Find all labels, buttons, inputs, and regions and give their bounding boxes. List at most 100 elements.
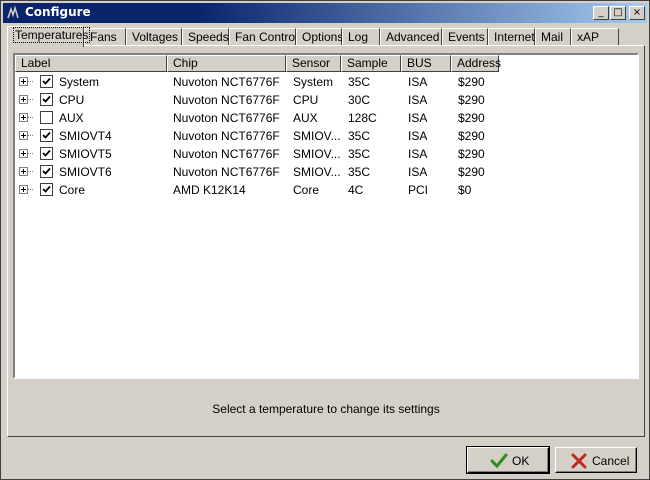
tab-log[interactable]: Log xyxy=(342,28,380,46)
checkmark-icon xyxy=(42,167,51,175)
checkmark-icon xyxy=(42,149,51,157)
tree-line xyxy=(28,117,33,118)
cell-address: $290 xyxy=(458,147,485,161)
cell-address: $290 xyxy=(458,129,485,143)
column-header-label[interactable]: Label xyxy=(15,55,167,72)
check-icon xyxy=(490,453,508,469)
title-bar[interactable]: Configure _ □ × xyxy=(3,3,647,23)
cancel-label: Cancel xyxy=(592,454,630,468)
status-text: Select a temperature to change its setti… xyxy=(212,402,440,416)
tab-fan-control[interactable]: Fan Control xyxy=(229,28,298,46)
cell-label: Core xyxy=(59,183,86,197)
cell-label: AUX xyxy=(59,111,84,125)
cell-bus: ISA xyxy=(408,75,428,89)
cell-address: $290 xyxy=(458,165,485,179)
row-checkbox[interactable] xyxy=(40,183,53,196)
expand-icon[interactable] xyxy=(19,131,28,140)
table-row[interactable]: SMIOVT5 Nuvoton NCT6776F SMIOV... 35C ISA $29… xyxy=(15,145,637,163)
cell-bus: ISA xyxy=(408,111,428,125)
ok-button[interactable]: OK xyxy=(467,447,549,473)
cancel-button[interactable]: Cancel xyxy=(555,447,637,473)
expand-icon[interactable] xyxy=(19,167,28,176)
close-button[interactable]: × xyxy=(629,6,645,20)
app-icon xyxy=(6,6,20,20)
list-header: Label Chip Sensor Sample BUS Address xyxy=(15,55,637,72)
table-row[interactable]: SMIOVT4 Nuvoton NCT6776F SMIOV... 35C ISA $29… xyxy=(15,127,637,145)
cell-chip: AMD K12K14 xyxy=(173,183,246,197)
table-row[interactable]: SMIOVT6 Nuvoton NCT6776F SMIOV... 35C ISA $29… xyxy=(15,163,637,181)
x-icon xyxy=(571,453,587,469)
cell-sensor: SMIOV... xyxy=(293,165,341,179)
row-checkbox[interactable] xyxy=(40,147,53,160)
cell-bus: ISA xyxy=(408,165,428,179)
tab-strip: Temperatures Fans Voltages Speeds Fan Co… xyxy=(7,26,647,47)
tab-xap[interactable]: xAP xyxy=(571,28,619,46)
column-header-bus[interactable]: BUS xyxy=(401,55,451,72)
row-checkbox[interactable] xyxy=(40,165,53,178)
cell-sample: 128C xyxy=(348,111,377,125)
table-row[interactable]: System Nuvoton NCT6776F System 35C ISA $290 xyxy=(15,73,637,91)
tab-events[interactable]: Events xyxy=(442,28,488,46)
cell-address: $290 xyxy=(458,93,485,107)
cell-sample: 35C xyxy=(348,147,371,161)
cell-sensor: CPU xyxy=(293,93,319,107)
ok-label: OK xyxy=(512,454,530,468)
expand-icon[interactable] xyxy=(19,149,28,158)
cell-chip: Nuvoton NCT6776F xyxy=(173,129,280,143)
minimize-button[interactable]: _ xyxy=(593,6,609,20)
checkmark-icon xyxy=(42,95,51,103)
cell-address: $0 xyxy=(458,183,472,197)
cell-chip: Nuvoton NCT6776F xyxy=(173,147,280,161)
tree-line xyxy=(28,99,33,100)
tab-speeds[interactable]: Speeds xyxy=(182,28,229,46)
cell-sensor: Core xyxy=(293,183,320,197)
row-checkbox[interactable] xyxy=(40,129,53,142)
cell-chip: Nuvoton NCT6776F xyxy=(173,75,280,89)
temperature-list[interactable]: Label Chip Sensor Sample BUS Address Sys… xyxy=(13,53,639,379)
maximize-button[interactable]: □ xyxy=(610,6,626,20)
checkmark-icon xyxy=(42,131,51,139)
window-title: Configure xyxy=(25,5,91,19)
row-checkbox[interactable] xyxy=(40,93,53,106)
tab-temperatures[interactable]: Temperatures xyxy=(7,26,91,47)
tab-fans[interactable]: Fans xyxy=(84,28,126,46)
cell-sensor: SMIOV... xyxy=(293,147,341,161)
cell-sample: 4C xyxy=(348,183,364,197)
table-row[interactable]: Core AMD K12K14 Core 4C PCI $0 xyxy=(15,181,637,199)
cell-chip: Nuvoton NCT6776F xyxy=(173,165,280,179)
tree-line xyxy=(28,171,33,172)
cell-label: SMIOVT6 xyxy=(59,165,112,179)
cell-sample: 30C xyxy=(348,93,371,107)
cell-address: $290 xyxy=(458,75,485,89)
cell-sample: 35C xyxy=(348,165,371,179)
cell-sensor: AUX xyxy=(293,111,318,125)
tab-voltages[interactable]: Voltages xyxy=(126,28,182,46)
cell-sample: 35C xyxy=(348,129,371,143)
cell-chip: Nuvoton NCT6776F xyxy=(173,111,280,125)
cell-label: SMIOVT4 xyxy=(59,129,112,143)
expand-icon[interactable] xyxy=(19,77,28,86)
cell-label: System xyxy=(59,75,100,89)
row-checkbox[interactable] xyxy=(40,111,53,124)
tab-advanced[interactable]: Advanced xyxy=(380,28,442,46)
tab-internet[interactable]: Internet xyxy=(488,28,535,46)
cell-sample: 35C xyxy=(348,75,371,89)
tab-options[interactable]: Options xyxy=(296,28,343,46)
cell-address: $290 xyxy=(458,111,485,125)
expand-icon[interactable] xyxy=(19,113,28,122)
expand-icon[interactable] xyxy=(19,185,28,194)
configure-window: Configure _ □ × Temperatures Fans Voltag… xyxy=(0,0,650,480)
cell-label: CPU xyxy=(59,93,85,107)
expand-icon[interactable] xyxy=(19,95,28,104)
table-row[interactable]: CPU Nuvoton NCT6776F CPU 30C ISA $290 xyxy=(15,91,637,109)
column-header-sample[interactable]: Sample xyxy=(341,55,401,72)
cell-sensor: SMIOV... xyxy=(293,129,341,143)
column-header-sensor[interactable]: Sensor xyxy=(286,55,341,72)
tree-line xyxy=(28,189,33,190)
table-row[interactable]: AUX Nuvoton NCT6776F AUX 128C ISA $290 xyxy=(15,109,637,127)
column-header-chip[interactable]: Chip xyxy=(167,55,286,72)
tab-mail[interactable]: Mail xyxy=(535,28,571,46)
cell-label: SMIOVT5 xyxy=(59,147,112,161)
row-checkbox[interactable] xyxy=(40,75,53,88)
column-header-address[interactable]: Address xyxy=(451,55,501,72)
